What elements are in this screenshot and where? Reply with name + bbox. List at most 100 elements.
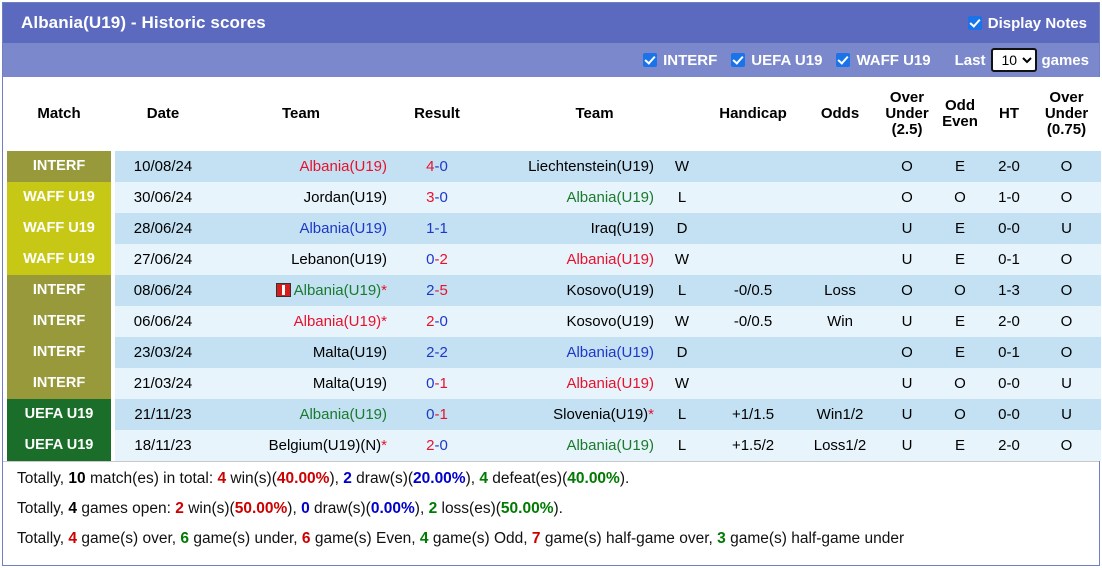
match-type-badge[interactable]: WAFF U19 — [7, 244, 111, 275]
home-team-name[interactable]: Albania(U19) — [299, 406, 387, 423]
away-team[interactable]: Albania(U19) — [483, 244, 658, 275]
match-result[interactable]: 0-1 — [391, 368, 483, 399]
filter-interf[interactable]: INTERF — [643, 52, 717, 69]
away-team[interactable]: Slovenia(U19)* — [483, 399, 658, 430]
match-type-badge[interactable]: INTERF — [7, 275, 111, 306]
col-header-odd-even[interactable]: Odd Even — [934, 77, 987, 151]
away-team-name[interactable]: Kosovo(U19) — [566, 282, 654, 299]
match-result[interactable]: 2-0 — [391, 430, 483, 461]
match-result[interactable]: 2-0 — [391, 306, 483, 337]
away-team-name[interactable]: Albania(U19) — [566, 375, 654, 392]
match-type-badge-cell[interactable]: INTERF — [3, 151, 115, 182]
home-team-name[interactable]: Albania(U19) — [299, 220, 387, 237]
match-type-badge-cell[interactable]: INTERF — [3, 275, 115, 306]
match-type-badge-cell[interactable]: INTERF — [3, 337, 115, 368]
checkbox-checked-icon[interactable] — [967, 16, 982, 30]
match-type-badge[interactable]: INTERF — [7, 337, 111, 368]
away-team[interactable]: Albania(U19) — [483, 430, 658, 461]
match-type-badge[interactable]: WAFF U19 — [7, 182, 111, 213]
table-row[interactable]: WAFF U19 30/06/24 Jordan(U19) 3-0 Albania(U1… — [3, 182, 1102, 213]
table-row[interactable]: UEFA U19 21/11/23 Albania(U19) 0-1 Slovenia(… — [3, 399, 1102, 430]
match-type-badge[interactable]: INTERF — [7, 306, 111, 337]
home-team[interactable]: Malta(U19) — [211, 337, 391, 368]
away-team[interactable]: Albania(U19) — [483, 337, 658, 368]
match-type-badge-cell[interactable]: UEFA U19 — [3, 430, 115, 461]
table-row[interactable]: INTERF 23/03/24 Malta(U19) 2-2 Albania(U19) D… — [3, 337, 1102, 368]
home-team[interactable]: Jordan(U19) — [211, 182, 391, 213]
match-type-badge[interactable]: UEFA U19 — [7, 430, 111, 461]
col-header-team-home[interactable]: Team — [211, 77, 391, 151]
match-result[interactable]: 4-0 — [391, 151, 483, 182]
display-notes-toggle[interactable]: Display Notes — [967, 15, 1087, 32]
home-team[interactable]: Malta(U19) — [211, 368, 391, 399]
table-row[interactable]: INTERF 21/03/24 Malta(U19) 0-1 Albania(U19) W… — [3, 368, 1102, 399]
away-team-name[interactable]: Kosovo(U19) — [566, 313, 654, 330]
away-team[interactable]: Albania(U19) — [483, 368, 658, 399]
home-team[interactable]: Albania(U19) — [211, 213, 391, 244]
away-team[interactable]: Kosovo(U19) — [483, 275, 658, 306]
home-team[interactable]: Belgium(U19)(N)* — [211, 430, 391, 461]
col-header-result[interactable]: Result — [391, 77, 483, 151]
col-header-team-away[interactable]: Team — [483, 77, 707, 151]
table-row[interactable]: INTERF 10/08/24 Albania(U19) 4-0 Liechtenste… — [3, 151, 1102, 182]
away-team-name[interactable]: Albania(U19) — [566, 189, 654, 206]
away-team[interactable]: Liechtenstein(U19) — [483, 151, 658, 182]
away-team-name[interactable]: Iraq(U19) — [591, 220, 654, 237]
home-team[interactable]: Albania(U19)* — [211, 275, 391, 306]
away-team-name[interactable]: Albania(U19) — [566, 251, 654, 268]
filter-uefa-u19[interactable]: UEFA U19 — [731, 52, 822, 69]
table-row[interactable]: WAFF U19 27/06/24 Lebanon(U19) 0-2 Albania(U… — [3, 244, 1102, 275]
col-header-match[interactable]: Match — [3, 77, 115, 151]
away-team[interactable]: Kosovo(U19) — [483, 306, 658, 337]
table-row[interactable]: UEFA U19 18/11/23 Belgium(U19)(N)* 2-0 Alban… — [3, 430, 1102, 461]
col-header-date[interactable]: Date — [115, 77, 211, 151]
home-team[interactable]: Albania(U19) — [211, 151, 391, 182]
home-team-name[interactable]: Albania(U19) — [294, 313, 382, 330]
home-team[interactable]: Albania(U19)* — [211, 306, 391, 337]
match-result[interactable]: 1-1 — [391, 213, 483, 244]
table-row[interactable]: INTERF 06/06/24 Albania(U19)* 2-0 Kosovo(U19… — [3, 306, 1102, 337]
match-result[interactable]: 0-1 — [391, 399, 483, 430]
checkbox-checked-icon[interactable] — [643, 53, 658, 67]
home-team[interactable]: Albania(U19) — [211, 399, 391, 430]
away-team-name[interactable]: Albania(U19) — [566, 437, 654, 454]
match-type-badge[interactable]: WAFF U19 — [7, 213, 111, 244]
match-type-badge-cell[interactable]: INTERF — [3, 368, 115, 399]
match-type-badge[interactable]: UEFA U19 — [7, 399, 111, 430]
match-type-badge[interactable]: INTERF — [7, 368, 111, 399]
home-team-name[interactable]: Jordan(U19) — [304, 189, 387, 206]
col-header-over-under-25[interactable]: Over Under (2.5) — [880, 77, 935, 151]
checkbox-checked-icon[interactable] — [731, 53, 746, 67]
match-type-badge-cell[interactable]: WAFF U19 — [3, 213, 115, 244]
home-team-name[interactable]: Malta(U19) — [313, 344, 387, 361]
home-team-name[interactable]: Malta(U19) — [313, 375, 387, 392]
match-type-badge[interactable]: INTERF — [7, 151, 111, 182]
checkbox-checked-icon[interactable] — [836, 53, 851, 67]
col-header-odds[interactable]: Odds — [800, 77, 881, 151]
col-header-ht[interactable]: HT — [986, 77, 1033, 151]
match-result[interactable]: 2-5 — [391, 275, 483, 306]
home-team-name[interactable]: Albania(U19) — [299, 158, 387, 175]
home-team-name[interactable]: Lebanon(U19) — [291, 251, 387, 268]
match-type-badge-cell[interactable]: INTERF — [3, 306, 115, 337]
home-team[interactable]: Lebanon(U19) — [211, 244, 391, 275]
match-result[interactable]: 3-0 — [391, 182, 483, 213]
games-count-select[interactable]: 10203050 — [991, 48, 1038, 72]
filter-waff-u19[interactable]: WAFF U19 — [836, 52, 931, 69]
home-team-name[interactable]: Belgium(U19)(N) — [269, 437, 382, 454]
table-row[interactable]: INTERF 08/06/24 Albania(U19)* 2-5 Kosovo(U19… — [3, 275, 1102, 306]
away-team-name[interactable]: Albania(U19) — [566, 344, 654, 361]
away-team-name[interactable]: Liechtenstein(U19) — [528, 158, 654, 175]
away-team[interactable]: Iraq(U19) — [483, 213, 658, 244]
match-result[interactable]: 2-2 — [391, 337, 483, 368]
match-type-badge-cell[interactable]: UEFA U19 — [3, 399, 115, 430]
table-row[interactable]: WAFF U19 28/06/24 Albania(U19) 1-1 Iraq(U19)… — [3, 213, 1102, 244]
match-type-badge-cell[interactable]: WAFF U19 — [3, 182, 115, 213]
match-type-badge-cell[interactable]: WAFF U19 — [3, 244, 115, 275]
home-team-name[interactable]: Albania(U19) — [294, 282, 382, 299]
match-result[interactable]: 0-2 — [391, 244, 483, 275]
away-team[interactable]: Albania(U19) — [483, 182, 658, 213]
away-team-name[interactable]: Slovenia(U19) — [553, 406, 648, 423]
col-header-handicap[interactable]: Handicap — [706, 77, 801, 151]
col-header-over-under-075[interactable]: Over Under (0.75) — [1032, 77, 1102, 151]
